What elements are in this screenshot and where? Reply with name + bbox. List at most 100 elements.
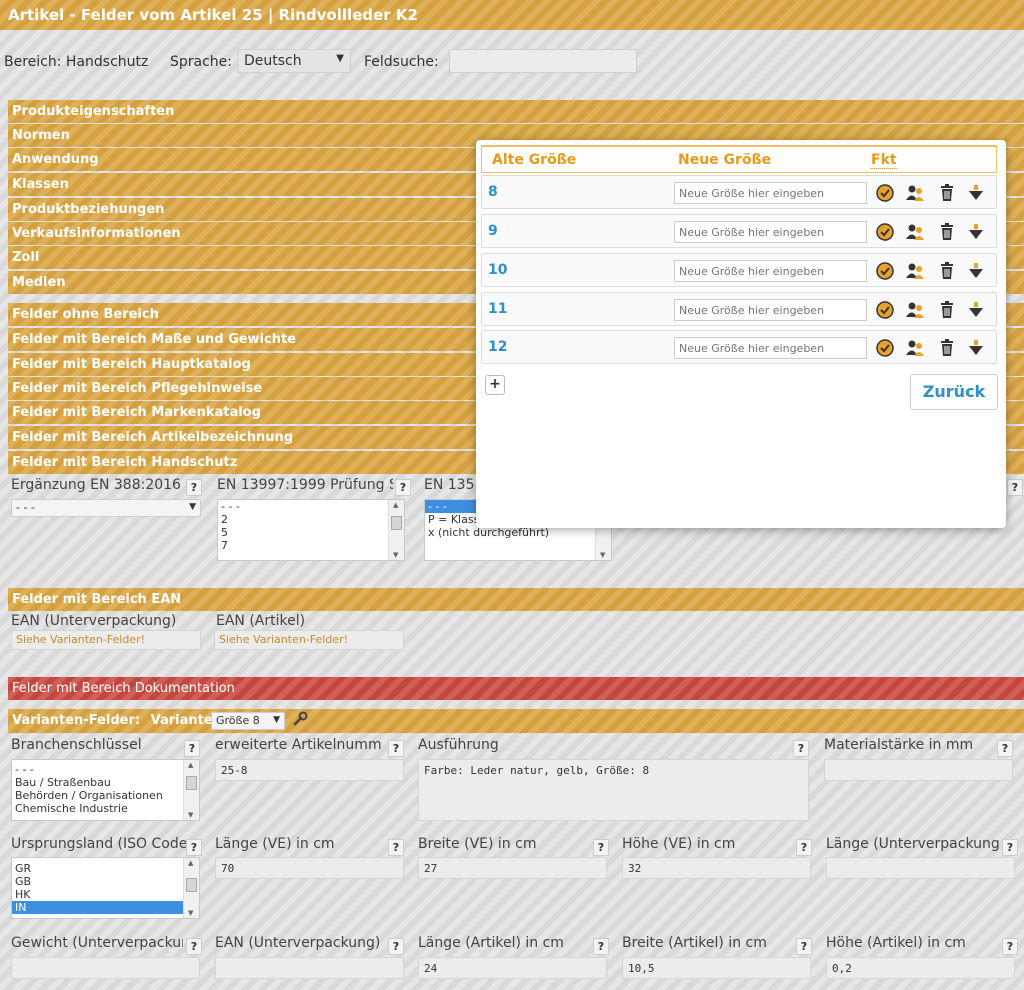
ursprung-label: Ursprungsland (ISO Code <box>11 836 186 852</box>
trash-icon[interactable] <box>937 183 957 203</box>
trash-icon[interactable] <box>937 222 957 242</box>
size-row: 12 <box>481 330 997 364</box>
size-row: 8 <box>481 175 997 209</box>
arrow-down-icon[interactable] <box>966 338 986 358</box>
list-item[interactable]: GR <box>12 862 199 875</box>
old-size: 8 <box>488 184 498 200</box>
check-circle-icon[interactable] <box>875 183 895 203</box>
add-size-button[interactable]: + <box>485 375 505 395</box>
groessen-modal: Alte Größe Neue Größe Fkt 8 9 <box>476 140 1006 528</box>
scrollbar-thumb[interactable] <box>186 878 197 892</box>
help-button[interactable]: ? <box>388 740 404 757</box>
arrow-down-icon[interactable] <box>966 300 986 320</box>
scrollbar[interactable]: ▲ ▼ <box>183 760 199 820</box>
trash-icon[interactable] <box>937 338 957 358</box>
help-button[interactable]: ? <box>796 938 812 955</box>
users-icon[interactable] <box>905 338 925 358</box>
trash-icon[interactable] <box>937 300 957 320</box>
scrollbar-thumb[interactable] <box>186 776 197 790</box>
branchen-listbox[interactable]: - - - Bau / Straßenbau Behörden / Organi… <box>11 759 200 821</box>
scrollbar[interactable]: ▲ ▼ <box>183 858 199 918</box>
laenge-art-field[interactable]: 24 <box>418 957 607 979</box>
new-size-input[interactable] <box>674 221 867 243</box>
arrow-down-icon[interactable] <box>966 261 986 281</box>
ausfuehrung-field[interactable]: Farbe: Leder natur, gelb, Größe: 8 <box>418 759 809 821</box>
arrow-up-icon: ▲ <box>188 761 194 769</box>
arrow-down-icon: ▼ <box>188 811 194 819</box>
list-item[interactable]: Chemische Industrie <box>12 802 199 815</box>
list-item[interactable]: Behörden / Organisationen <box>12 789 199 802</box>
scrollbar[interactable]: ▲ ▼ <box>388 500 404 560</box>
list-item[interactable]: IN <box>12 901 199 914</box>
list-item[interactable]: HK <box>12 888 199 901</box>
breite-ve-field[interactable]: 27 <box>418 857 607 879</box>
help-button[interactable]: ? <box>1002 938 1018 955</box>
help-button[interactable]: ? <box>186 839 202 856</box>
users-icon[interactable] <box>905 183 925 203</box>
trash-icon[interactable] <box>937 261 957 281</box>
new-size-input[interactable] <box>674 260 867 282</box>
help-button[interactable]: ? <box>793 740 809 757</box>
users-icon[interactable] <box>905 300 925 320</box>
bereich-label: Bereich: Handschutz <box>4 54 149 70</box>
help-button[interactable]: ? <box>388 839 404 856</box>
feldsuche-input[interactable] <box>449 49 637 73</box>
list-item[interactable]: GB <box>12 875 199 888</box>
ergaenzung-select[interactable]: - - - ▼ <box>11 499 201 517</box>
en13997-listbox[interactable]: - - - 2 5 7 ▲ ▼ <box>217 499 405 561</box>
ean-art-field[interactable]: Siehe Varianten-Felder! <box>214 630 404 650</box>
scrollbar-thumb[interactable] <box>391 516 402 530</box>
help-button[interactable]: ? <box>186 479 202 496</box>
hoehe-art-field[interactable]: 0,2 <box>826 957 1015 979</box>
laenge-uv-field[interactable] <box>826 857 1015 879</box>
sprache-select[interactable]: Deutsch ▼ <box>237 49 351 73</box>
section-ean[interactable]: Felder mit Bereich EAN <box>8 588 1024 611</box>
users-icon[interactable] <box>905 261 925 281</box>
help-button[interactable]: ? <box>395 479 411 496</box>
sprache-label: Sprache: <box>170 54 233 70</box>
wrench-icon[interactable] <box>292 711 308 727</box>
size-row: 11 <box>481 292 997 326</box>
back-button[interactable]: Zurück <box>910 374 998 410</box>
list-item[interactable]: - - - <box>12 763 199 776</box>
list-item[interactable]: 5 <box>218 526 404 539</box>
check-circle-icon[interactable] <box>875 300 895 320</box>
list-item[interactable]: - - - <box>218 500 404 513</box>
arrow-down-icon[interactable] <box>966 222 986 242</box>
new-size-input[interactable] <box>674 337 867 359</box>
list-item[interactable]: 7 <box>218 539 404 552</box>
help-button[interactable]: ? <box>1002 839 1018 856</box>
ergaenzung-value: - - - <box>16 501 35 514</box>
help-button[interactable]: ? <box>388 938 404 955</box>
laenge-ve-field[interactable]: 70 <box>215 857 404 879</box>
new-size-input[interactable] <box>674 299 867 321</box>
help-button[interactable]: ? <box>184 740 200 757</box>
help-button[interactable]: ? <box>997 740 1013 757</box>
ean-uv-field[interactable]: Siehe Varianten-Felder! <box>11 630 201 650</box>
list-item[interactable]: Bau / Straßenbau <box>12 776 199 789</box>
help-button[interactable]: ? <box>186 938 202 955</box>
check-circle-icon[interactable] <box>875 222 895 242</box>
material-field[interactable] <box>824 759 1013 781</box>
artnr-field[interactable]: 25-8 <box>215 759 404 781</box>
section-dokumentation[interactable]: Felder mit Bereich Dokumentation <box>8 677 1024 700</box>
check-circle-icon[interactable] <box>875 338 895 358</box>
new-size-input[interactable] <box>674 182 867 204</box>
help-button[interactable]: ? <box>593 938 609 955</box>
section-produkteigenschaften[interactable]: Produkteigenschaften <box>8 100 1024 123</box>
arrow-down-icon[interactable] <box>966 183 986 203</box>
variante-select[interactable]: Größe 8 ▼ <box>211 712 285 730</box>
gewicht-uv-field[interactable] <box>11 957 200 979</box>
breite-art-field[interactable]: 10,5 <box>622 957 811 979</box>
ean-uv2-field[interactable] <box>215 957 404 979</box>
list-item[interactable]: 2 <box>218 513 404 526</box>
check-circle-icon[interactable] <box>875 261 895 281</box>
hoehe-ve-field[interactable]: 32 <box>622 857 811 879</box>
en13997-label: EN 13997:1999 Prüfung S <box>217 477 393 493</box>
ursprung-listbox[interactable]: GR GB HK IN ▲ ▼ <box>11 857 200 919</box>
users-icon[interactable] <box>905 222 925 242</box>
help-button[interactable]: ? <box>593 839 609 856</box>
help-button[interactable]: ? <box>1007 479 1023 496</box>
help-button[interactable]: ? <box>796 839 812 856</box>
arrow-up-icon: ▲ <box>188 859 194 867</box>
